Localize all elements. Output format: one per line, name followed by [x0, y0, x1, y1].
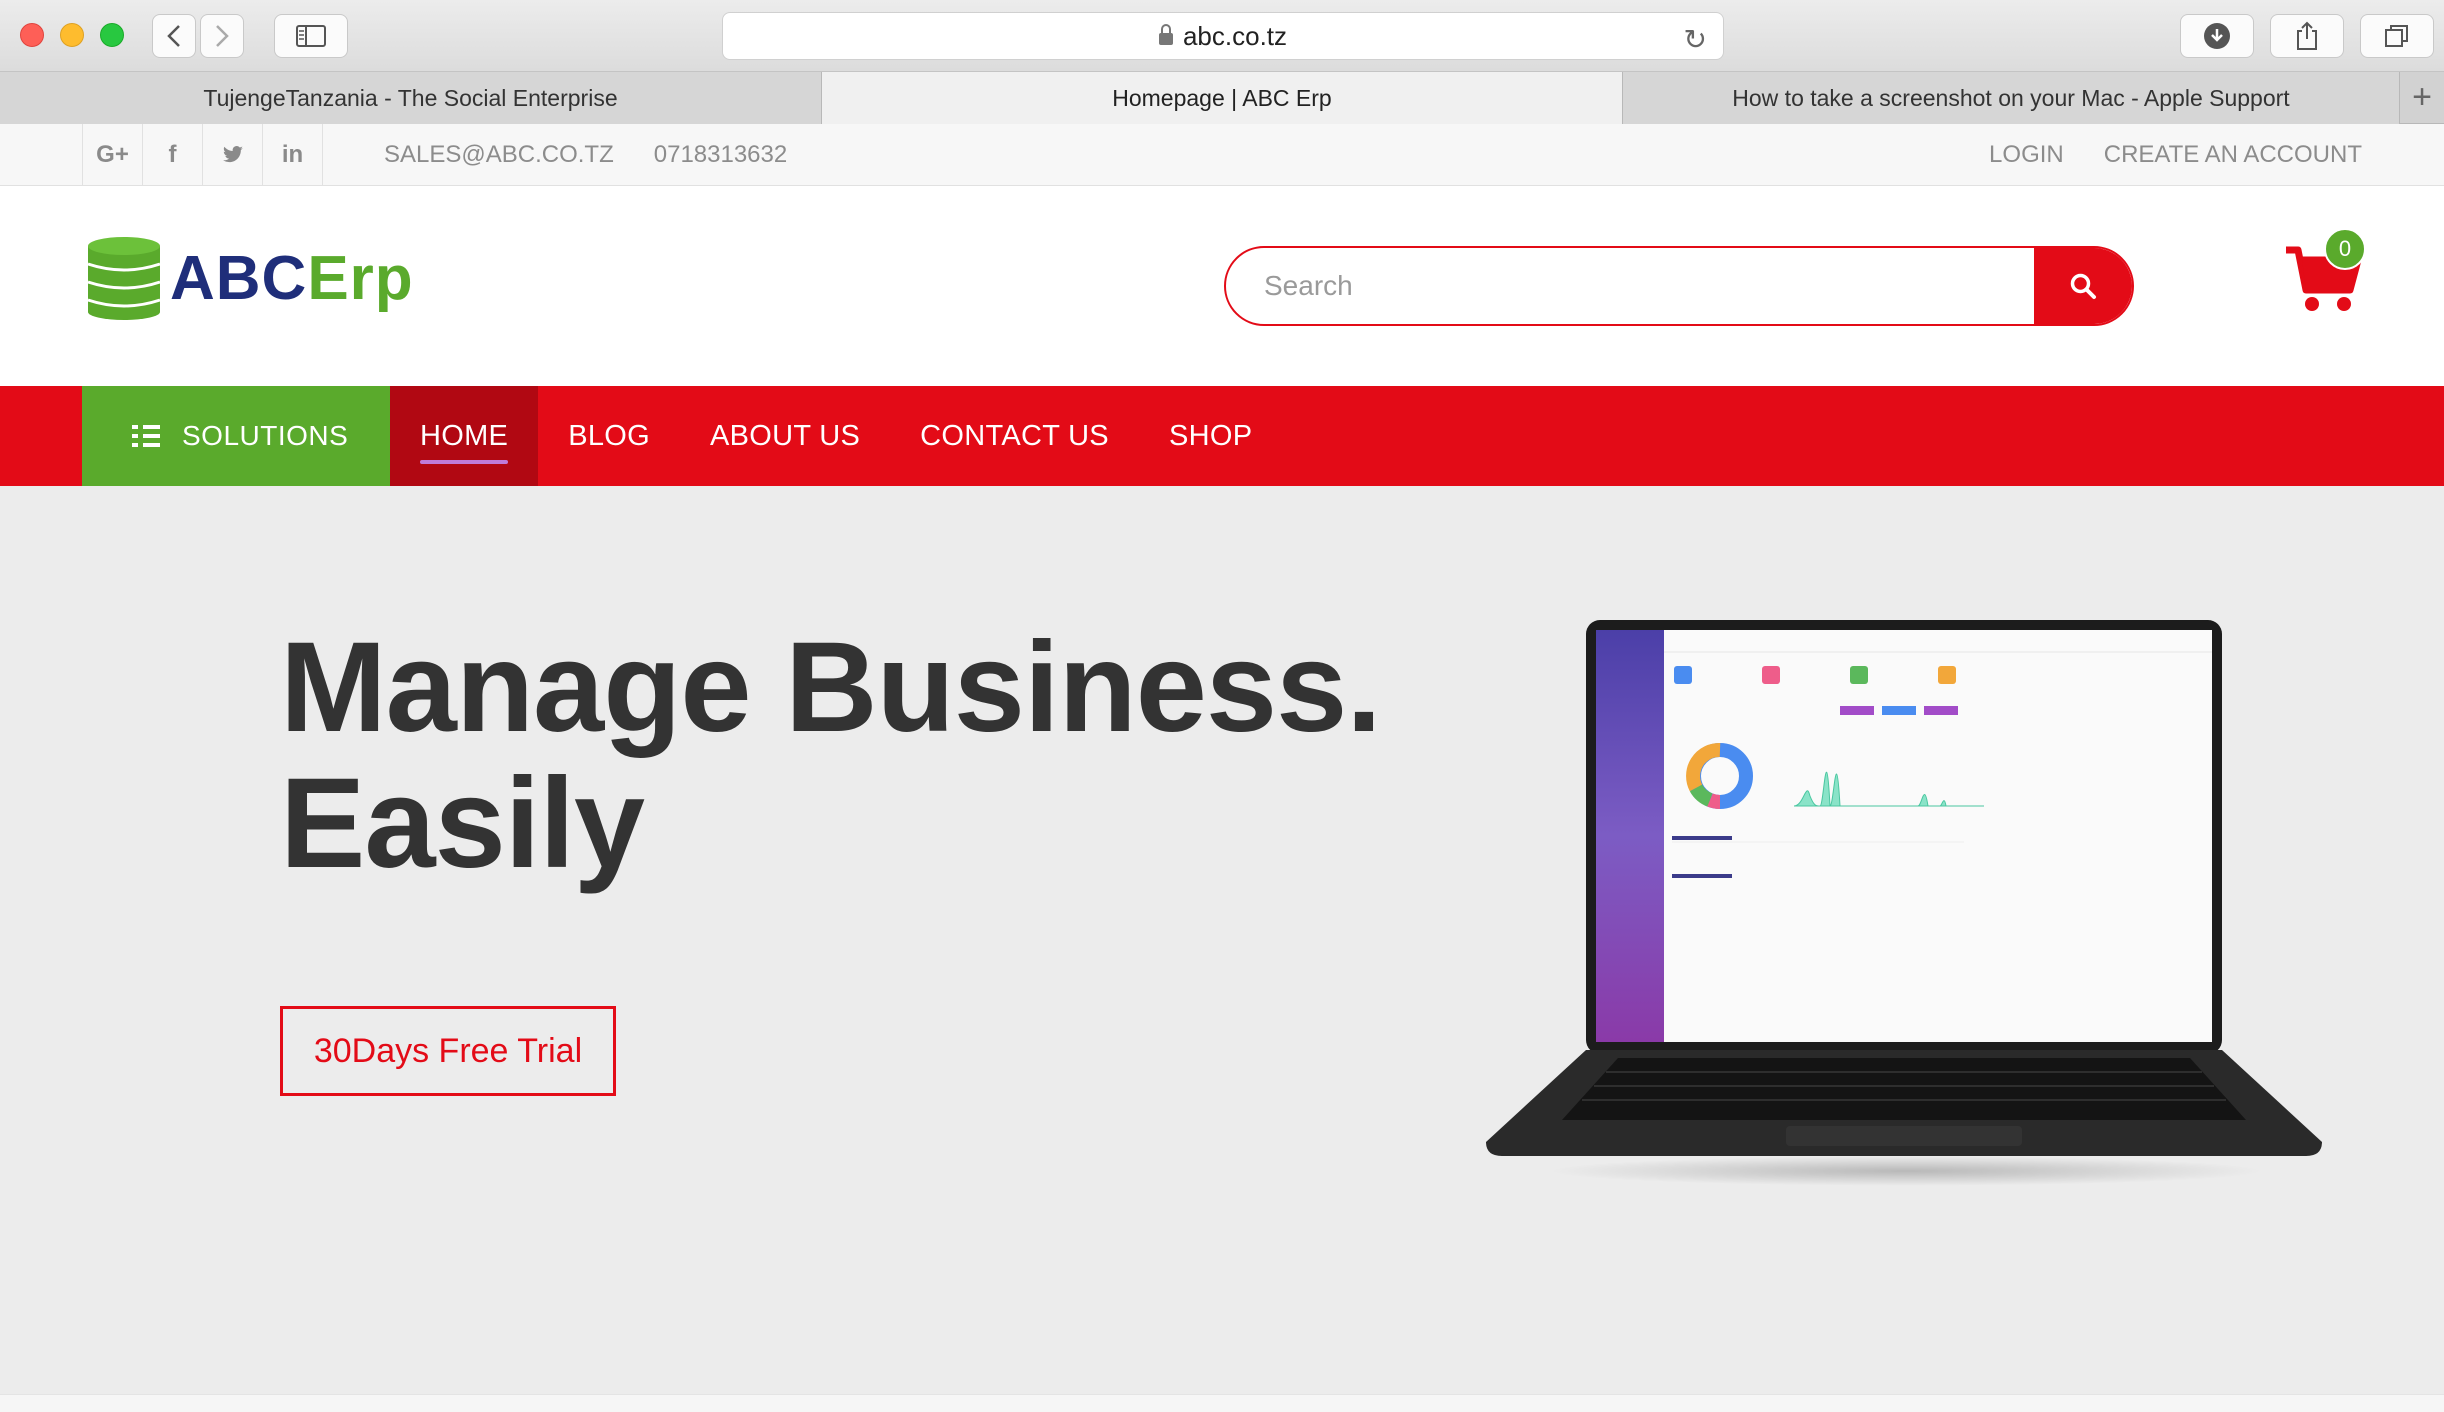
tab-tujengetanzania[interactable]: TujengeTanzania - The Social Enterprise [0, 72, 822, 124]
tab-apple-support[interactable]: How to take a screenshot on your Mac - A… [1623, 72, 2400, 124]
browser-titlebar: abc.co.tz ↻ [0, 0, 2444, 72]
contact-info: SALES@ABC.CO.TZ 0718313632 [384, 124, 787, 186]
downloads-button[interactable] [2180, 14, 2254, 58]
search-input[interactable] [1226, 248, 2034, 324]
share-button[interactable] [2270, 14, 2344, 58]
logo-erp-text: Erp [307, 243, 414, 313]
google-plus-icon[interactable]: G+ [83, 124, 143, 186]
back-button[interactable] [152, 14, 196, 58]
dashboard-illustration [1664, 651, 2212, 878]
forward-button[interactable] [200, 14, 244, 58]
tabs-icon [2385, 25, 2408, 47]
nav-item-shop[interactable]: SHOP [1139, 386, 1282, 486]
tab-label: Homepage | ABC Erp [1112, 84, 1332, 111]
search-button[interactable] [2034, 248, 2132, 324]
laptop-base [1486, 1050, 2322, 1156]
reload-icon[interactable]: ↻ [1684, 23, 1707, 56]
search-form [1224, 246, 2134, 326]
create-account-link[interactable]: CREATE AN ACCOUNT [2104, 141, 2362, 169]
lock-icon [1158, 24, 1173, 45]
cart-count-badge: 0 [2324, 228, 2366, 270]
laptop-shadow [1546, 1156, 2266, 1186]
linkedin-icon[interactable]: in [263, 124, 323, 186]
close-window-button[interactable] [20, 23, 44, 47]
search-icon [2070, 273, 2096, 299]
solutions-label: SOLUTIONS [182, 420, 349, 451]
top-info-bar: G+ f in SALES@ABC.CO.TZ 0718313632 LOGIN… [0, 124, 2444, 186]
facebook-icon[interactable]: f [143, 124, 203, 186]
show-tabs-button[interactable] [2360, 14, 2434, 58]
social-links: G+ f in [82, 124, 323, 186]
list-icon [132, 425, 160, 447]
twitter-icon[interactable] [203, 124, 263, 186]
account-links: LOGIN CREATE AN ACCOUNT [1989, 124, 2362, 186]
page-bottom-strip [0, 1394, 2444, 1412]
minimize-window-button[interactable] [60, 23, 84, 47]
zoom-window-button[interactable] [100, 23, 124, 47]
back-icon [167, 25, 180, 47]
screen-sidebar [1596, 630, 1664, 1042]
database-icon [87, 237, 161, 320]
site-header: ABCErp 0 [0, 186, 2444, 386]
forward-icon [216, 25, 229, 47]
nav-item-blog[interactable]: BLOG [538, 386, 680, 486]
share-icon [2297, 21, 2317, 50]
nav-menu: HOME BLOG ABOUT US CONTACT US SHOP [390, 386, 1282, 486]
laptop-dashboard-image [1486, 620, 2322, 1186]
nav-item-about-us[interactable]: ABOUT US [680, 386, 890, 486]
new-tab-icon[interactable]: + [2400, 72, 2444, 123]
free-trial-button[interactable]: 30Days Free Trial [280, 1006, 616, 1096]
address-bar[interactable]: abc.co.tz ↻ [722, 12, 1724, 60]
screen-dashboard [1664, 630, 2212, 1042]
sidebar-icon [296, 25, 326, 47]
site-logo[interactable]: ABCErp [86, 236, 414, 320]
cart-button[interactable]: 0 [2284, 228, 2374, 318]
laptop-screen [1596, 630, 2212, 1042]
sidebar-toggle-button[interactable] [274, 14, 348, 58]
hero-title: Manage Business. Easily [280, 616, 1382, 895]
hero-title-line-2: Easily [280, 752, 645, 895]
nav-item-contact-us[interactable]: CONTACT US [890, 386, 1139, 486]
hero-title-line-1: Manage Business. [280, 616, 1382, 759]
login-link[interactable]: LOGIN [1989, 141, 2064, 169]
tab-bar: TujengeTanzania - The Social Enterprise … [0, 72, 2444, 124]
logo-abc-text: ABC [170, 243, 308, 313]
tab-label: TujengeTanzania - The Social Enterprise [203, 84, 618, 111]
laptop-lid [1586, 620, 2222, 1054]
logo-wordmark: ABCErp [170, 243, 414, 314]
nav-item-home[interactable]: HOME [390, 386, 539, 486]
tab-label: How to take a screenshot on your Mac - A… [1732, 84, 2290, 111]
download-icon [2204, 23, 2230, 49]
main-navigation: SOLUTIONS HOME BLOG ABOUT US CONTACT US … [0, 386, 2444, 486]
sales-email[interactable]: SALES@ABC.CO.TZ [384, 141, 614, 169]
solutions-menu-button[interactable]: SOLUTIONS [82, 386, 390, 486]
tab-homepage-abc-erp[interactable]: Homepage | ABC Erp [822, 72, 1623, 124]
url-text: abc.co.tz [1182, 20, 1288, 51]
phone-number[interactable]: 0718313632 [654, 141, 787, 169]
